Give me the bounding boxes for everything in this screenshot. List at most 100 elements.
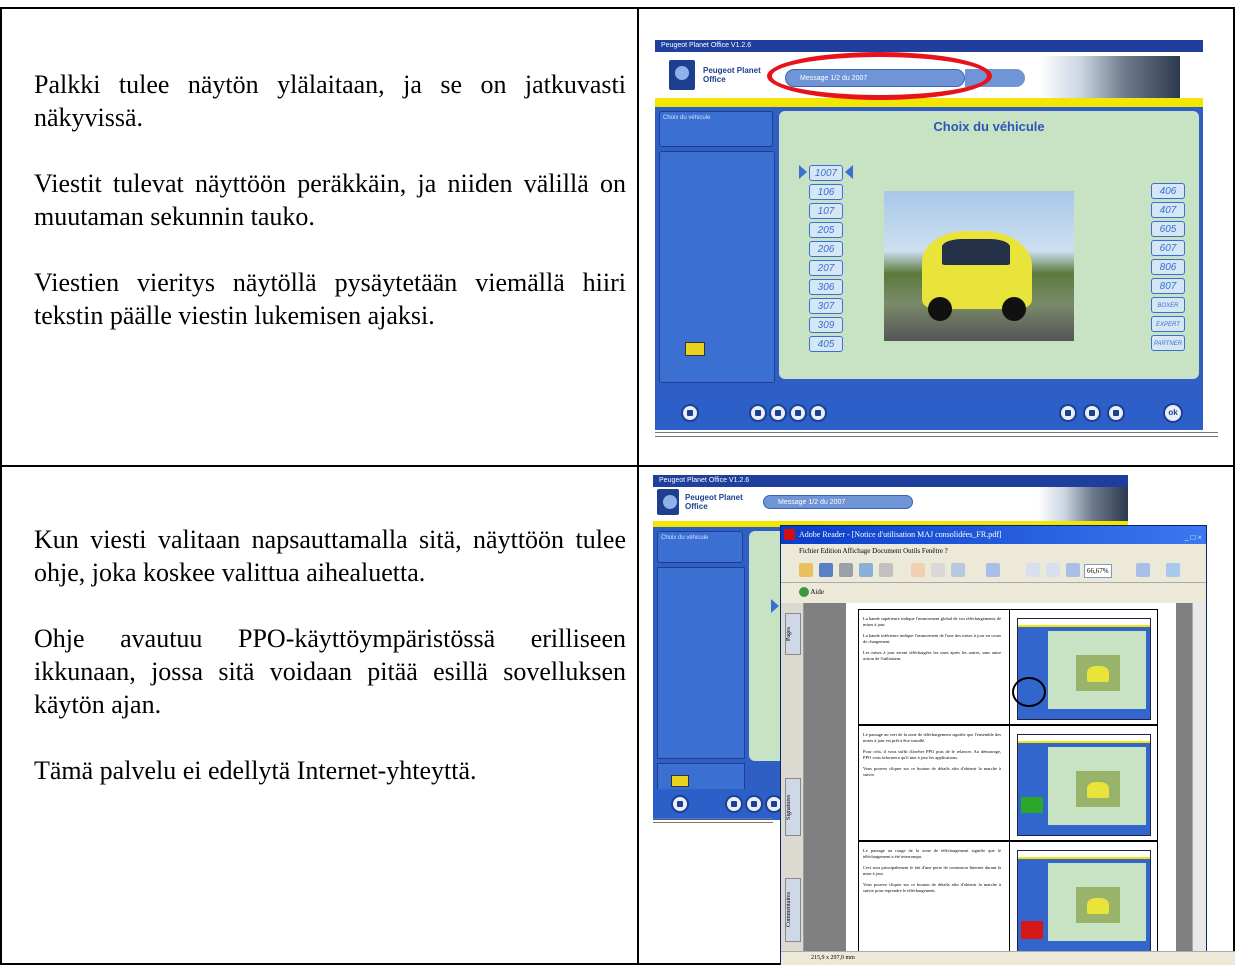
mini-highlight-circle: [1012, 677, 1046, 707]
model-button-807[interactable]: 807: [1151, 278, 1185, 294]
tool-icon[interactable]: [789, 404, 807, 422]
globe-banner: [1038, 487, 1128, 521]
mini-panel: [1048, 631, 1146, 709]
hand-tool-icon[interactable]: [911, 563, 925, 577]
adobe-title-bar: Adobe Reader - [Notice d'utilisation MAJ…: [781, 526, 1206, 544]
tab-comments[interactable]: Commentaires: [785, 878, 801, 942]
model-button-406[interactable]: 406: [1151, 183, 1185, 199]
ppo-window-title: Peugeot Planet Office V1.2.6: [653, 475, 1128, 487]
pdf-paragraph: Le passage au vert de la zone de télécha…: [863, 732, 1001, 743]
fit-page-icon[interactable]: [1026, 563, 1040, 577]
pdf-paragraph: Pour cela, il vous suffit d'arrêter PPO …: [863, 749, 1001, 760]
home-icon[interactable]: [681, 404, 699, 422]
model-button-407[interactable]: 407: [1151, 202, 1185, 218]
message-bar[interactable]: Message 1/2 du 2007: [763, 495, 913, 509]
vehicle-panel: Choix du véhicule 1007 106 107 205 206 207 306…: [779, 111, 1199, 379]
pdf-paragraph: La bande supérieure indique l'avancement…: [863, 616, 1001, 627]
paragraph: Viestien vieritys näytöllä pysäytetään v…: [34, 268, 626, 330]
model-button-607[interactable]: 607: [1151, 240, 1185, 256]
open-folder-icon[interactable]: [799, 563, 813, 577]
selector-arrow-right-icon: [799, 165, 807, 179]
tool-icon[interactable]: [1059, 404, 1077, 422]
column-divider: [637, 7, 639, 963]
model-button-306[interactable]: 306: [809, 279, 843, 295]
snapshot-icon[interactable]: [951, 563, 965, 577]
vehicle-panel-title: Choix du véhicule: [933, 119, 1045, 134]
adobe-reader-window: Adobe Reader - [Notice d'utilisation MAJ…: [780, 525, 1235, 965]
select-tool-icon[interactable]: [931, 563, 945, 577]
mini-panel: [1048, 863, 1146, 941]
help-circle-icon: [799, 587, 809, 598]
home-icon[interactable]: [671, 795, 689, 813]
fit-width-icon[interactable]: [1046, 563, 1060, 577]
tool-icon[interactable]: [745, 795, 763, 813]
save-icon[interactable]: [819, 563, 833, 577]
adobe-app-icon: [784, 529, 795, 540]
adobe-menu-bar[interactable]: Fichier Edition Affichage Document Outil…: [781, 544, 1206, 558]
aide-button[interactable]: Aide: [810, 588, 824, 596]
model-button-expert[interactable]: EXPERT: [1151, 316, 1185, 332]
model-button-309[interactable]: 309: [809, 317, 843, 333]
model-button-405[interactable]: 405: [809, 336, 843, 352]
pdf-paragraph: Vous pouvez cliquer sur ce bouton de dét…: [863, 766, 1001, 777]
pdf-page: La bande supérieure indique l'avancement…: [846, 603, 1176, 957]
mini-status-green: [1021, 797, 1043, 813]
model-button-1007[interactable]: 1007: [809, 165, 843, 181]
car-wheel: [928, 297, 952, 321]
model-button-605[interactable]: 605: [1151, 221, 1185, 237]
vertical-scrollbar[interactable]: [1192, 603, 1206, 951]
row2-text: Kun viesti valitaan napsauttamalla sitä,…: [34, 523, 626, 787]
globe-banner: [1040, 56, 1180, 98]
zoom-in-icon[interactable]: [1136, 563, 1150, 577]
tool-icon[interactable]: [809, 404, 827, 422]
pdf-table-row: Le passage au vert de la zone de télécha…: [858, 725, 1158, 841]
pdf-mini-screenshot: [1017, 734, 1151, 836]
mini-car: [1076, 887, 1120, 923]
tab-pages[interactable]: Pages: [785, 613, 801, 655]
ppo-window-title: Peugeot Planet Office V1.2.6: [655, 40, 1203, 52]
search-icon[interactable]: [879, 563, 893, 577]
model-button-205[interactable]: 205: [809, 222, 843, 238]
car-window: [942, 239, 1010, 265]
email-icon[interactable]: [859, 563, 873, 577]
sidebar-export-icon[interactable]: [685, 342, 705, 356]
print-icon[interactable]: [839, 563, 853, 577]
pdf-mini-screenshot: [1017, 850, 1151, 952]
model-button-207[interactable]: 207: [809, 260, 843, 276]
ok-button[interactable]: ok: [1163, 403, 1183, 423]
tool-icon[interactable]: [769, 404, 787, 422]
tool-icon[interactable]: [1083, 404, 1101, 422]
zoom-in-icon[interactable]: [986, 563, 1000, 577]
sidebar-choix-button[interactable]: Choix du véhicule: [659, 111, 773, 147]
sidebar-export-icon[interactable]: [671, 775, 689, 787]
car-wheel: [1002, 297, 1026, 321]
help-icon[interactable]: [1107, 404, 1125, 422]
pdf-paragraph: Ceci sera principalement le fait d'une p…: [863, 865, 1001, 876]
zoom-out-icon[interactable]: [1066, 563, 1080, 577]
screenshot-underline: [653, 818, 773, 823]
model-button-106[interactable]: 106: [809, 184, 843, 200]
pdf-cell-divider: [1009, 610, 1010, 724]
tool-icon[interactable]: [725, 795, 743, 813]
tab-signatures[interactable]: Signatures: [785, 778, 801, 836]
row1-text: Palkki tulee näytön ylälaitaan, ja se on…: [34, 68, 626, 332]
model-button-206[interactable]: 206: [809, 241, 843, 257]
mini-yellow: [1018, 741, 1150, 743]
pdf-row-text: Le passage au vert de la zone de télécha…: [863, 732, 1001, 783]
model-button-boxer[interactable]: BOXER: [1151, 297, 1185, 313]
model-button-partner[interactable]: PARTNER: [1151, 335, 1185, 351]
sidebar-choix-button[interactable]: Choix du véhicule: [657, 531, 743, 563]
help-icon[interactable]: [1166, 563, 1180, 577]
model-button-806[interactable]: 806: [1151, 259, 1185, 275]
adobe-window-title: Adobe Reader - [Notice d'utilisation MAJ…: [799, 530, 1002, 539]
ppo-bottom-toolbar: ok: [655, 397, 1203, 430]
highlight-circle: [767, 52, 992, 100]
ppo-screenshot: Peugeot Planet Office V1.2.6 Peugeot Pla…: [655, 40, 1203, 430]
model-button-107[interactable]: 107: [809, 203, 843, 219]
zoom-level-field[interactable]: 66,67%: [1084, 564, 1112, 578]
adobe-nav-sidebar: Pages Signatures Commentaires: [781, 603, 804, 951]
tool-icon[interactable]: [749, 404, 767, 422]
paragraph: Tämä palvelu ei edellytä Internet-yhteyt…: [34, 756, 477, 785]
model-button-307[interactable]: 307: [809, 298, 843, 314]
mini-status-red: [1021, 921, 1043, 939]
